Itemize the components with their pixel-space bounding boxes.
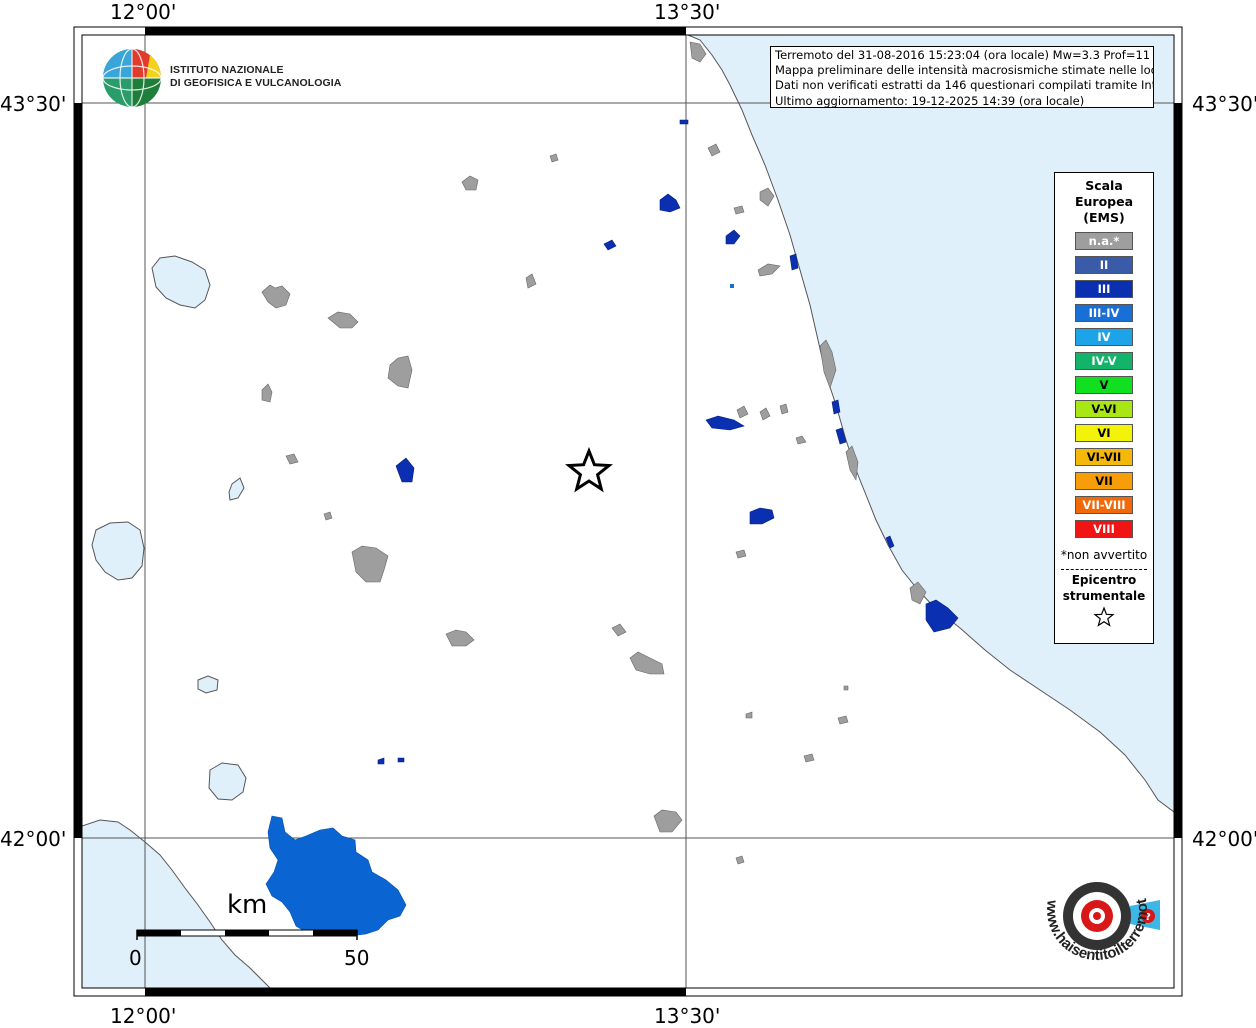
- legend-title-2: Europea: [1074, 194, 1134, 209]
- legend-epicenter-1: Epicentro: [1071, 573, 1137, 587]
- scale-unit: km: [227, 890, 268, 920]
- legend-item: V-VI: [1075, 400, 1133, 418]
- scale-end: 50: [344, 946, 370, 970]
- legend-note: *non avvertito: [1060, 548, 1148, 562]
- lake-small-1: [197, 675, 219, 694]
- info-line-4: Ultimo aggiornamento: 19-12-2025 14:39 (…: [775, 93, 1085, 108]
- legend-title-3: (EMS): [1083, 210, 1125, 225]
- legend-title-1: Scala: [1085, 178, 1123, 193]
- lat-label-left-top: 43°30': [0, 92, 67, 116]
- legend-separator: [1061, 569, 1147, 570]
- legend-item: III: [1075, 280, 1133, 298]
- legend-item: VI: [1075, 424, 1133, 442]
- legend-epicenter-2: strumentale: [1062, 589, 1146, 603]
- scale-start: 0: [129, 946, 142, 970]
- ingv-logo-line2: DI GEOFISICA E VULCANOLOGIA: [170, 77, 342, 89]
- legend-item: VII-VIII: [1075, 496, 1133, 514]
- lon-label-bottom-right: 13°30': [654, 1004, 721, 1028]
- lake-bracciano: [208, 762, 247, 801]
- ingv-logo-line1: ISTITUTO NAZIONALE: [170, 64, 284, 76]
- info-line-3: Dati non verificati estratti da 146 ques…: [775, 78, 1154, 93]
- legend-item: VI-VII: [1075, 448, 1133, 466]
- lon-label-bottom-left: 12°00': [110, 1004, 177, 1028]
- earthquake-info-box: Terremoto del 31-08-2016 15:23:04 (ora l…: [770, 46, 1154, 108]
- info-line-1: Terremoto del 31-08-2016 15:23:04 (ora l…: [775, 48, 1154, 62]
- legend-items: n.a.* II III III-IV IV IV-V V V-VI VI VI-VII VII VI…: [1055, 232, 1153, 538]
- legend-item: IV: [1075, 328, 1133, 346]
- legend-item: IV-V: [1075, 352, 1133, 370]
- info-line-2: Mappa preliminare delle intensità macros…: [775, 63, 1154, 78]
- legend-item: VIII: [1075, 520, 1133, 538]
- lon-label-top-left: 12°00': [110, 0, 177, 24]
- lat-label-left-bottom: 42°00': [0, 827, 67, 851]
- lat-label-right-top: 43°30': [1192, 92, 1256, 116]
- ingv-logo-text: ISTITUTO NAZIONALE DI GEOFISICA E VULCAN…: [170, 64, 341, 90]
- legend-item: III-IV: [1075, 304, 1133, 322]
- intensity-legend: Scala Europea (EMS) n.a.* II III III-IV IV IV…: [1054, 172, 1154, 644]
- legend-item: V: [1075, 376, 1133, 394]
- lat-label-right-bottom: 42°00': [1192, 827, 1256, 851]
- legend-item: VII: [1075, 472, 1133, 490]
- locality-intensity-III-IV: [730, 284, 734, 288]
- ingv-logo-icon: [102, 48, 162, 108]
- legend-star-icon: [1055, 606, 1153, 632]
- legend-item: II: [1075, 256, 1133, 274]
- lon-label-top-right: 13°30': [654, 0, 721, 24]
- legend-item: n.a.*: [1075, 232, 1133, 250]
